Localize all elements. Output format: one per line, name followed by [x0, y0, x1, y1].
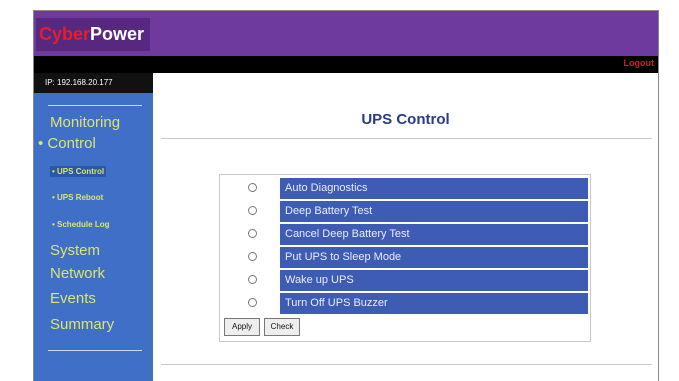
active-bullet-icon: •: [38, 135, 48, 152]
page-title: UPS Control: [361, 111, 450, 128]
sidebar-divider: [48, 105, 142, 106]
sidebar: IP: 192.168.20.177 Monitoring • Control …: [34, 73, 153, 381]
option-radio[interactable]: [248, 298, 257, 307]
sidebar-divider: [48, 350, 142, 351]
apply-button[interactable]: Apply: [224, 318, 260, 336]
option-label: Wake up UPS: [280, 270, 588, 291]
check-button[interactable]: Check: [264, 318, 300, 336]
option-radio[interactable]: [248, 229, 257, 238]
option-label: Turn Off UPS Buzzer: [280, 293, 588, 314]
option-label: Put UPS to Sleep Mode: [280, 247, 588, 268]
logo-power-text: Power: [90, 24, 145, 44]
menu-system[interactable]: System: [50, 242, 100, 259]
menu-events[interactable]: Events: [50, 290, 96, 307]
option-label: Cancel Deep Battery Test: [280, 224, 588, 245]
option-row[interactable]: Wake up UPS: [224, 270, 588, 291]
menu-summary[interactable]: Summary: [50, 316, 114, 333]
logout-link[interactable]: Logout: [624, 58, 655, 68]
menu-control-label: Control: [47, 135, 96, 152]
control-panel: Auto Diagnostics Deep Battery Test Cance…: [219, 174, 591, 342]
menu-control[interactable]: • Control: [38, 135, 96, 152]
option-radio[interactable]: [248, 275, 257, 284]
option-row[interactable]: Put UPS to Sleep Mode: [224, 247, 588, 268]
menu-ups-reboot[interactable]: • UPS Reboot: [52, 193, 103, 202]
option-label: Auto Diagnostics: [280, 178, 588, 199]
option-row[interactable]: Cancel Deep Battery Test: [224, 224, 588, 245]
footer-divider: [161, 364, 652, 365]
option-row[interactable]: Deep Battery Test: [224, 201, 588, 222]
option-radio[interactable]: [248, 206, 257, 215]
ip-address: IP: 192.168.20.177: [34, 73, 153, 93]
option-row[interactable]: Turn Off UPS Buzzer: [224, 293, 588, 314]
option-radio[interactable]: [248, 183, 257, 192]
logo-cyber-text: Cyber: [39, 24, 91, 44]
title-divider: [161, 138, 652, 139]
cyberpower-logo: CyberPower: [36, 18, 150, 51]
browser-frame: CyberPower Logout IP: 192.168.20.177 Mon…: [33, 10, 659, 381]
main-content: UPS Control Auto Diagnostics Deep Batter…: [153, 73, 658, 381]
menu-monitoring[interactable]: Monitoring: [50, 114, 120, 131]
header-bar: CyberPower: [34, 11, 658, 56]
menu-ups-control[interactable]: • UPS Control: [50, 166, 107, 177]
menu-network[interactable]: Network: [50, 265, 105, 282]
menu-schedule-log[interactable]: • Schedule Log: [52, 220, 109, 229]
top-black-bar: Logout: [34, 56, 658, 73]
option-row[interactable]: Auto Diagnostics: [224, 178, 588, 199]
option-label: Deep Battery Test: [280, 201, 588, 222]
option-radio[interactable]: [248, 252, 257, 261]
